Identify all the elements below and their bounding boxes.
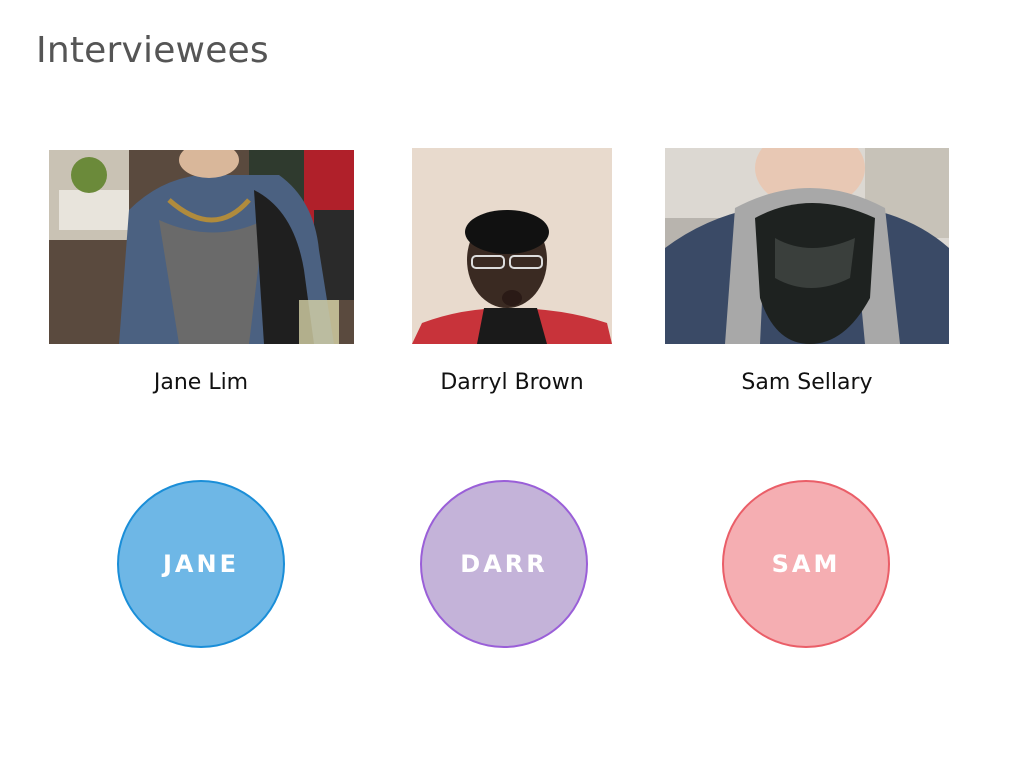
- interviewee-photo-jane[interactable]: [49, 150, 354, 344]
- interviewee-name-darryl: Darryl Brown: [440, 370, 584, 395]
- avatar-label: JANE: [163, 550, 239, 578]
- interviewee-name-sam: Sam Sellary: [741, 370, 873, 395]
- interviewee-name-jane: Jane Lim: [153, 370, 249, 395]
- avatar-sam-button[interactable]: SAM: [722, 480, 890, 648]
- avatar-label: DARR: [460, 550, 548, 578]
- avatar-jane-button[interactable]: JANE: [117, 480, 285, 648]
- interviewee-photo-sam[interactable]: [665, 148, 949, 344]
- page-title: Interviewees: [36, 30, 269, 71]
- avatar-darryl-button[interactable]: DARR: [420, 480, 588, 648]
- interviewee-photo-darryl[interactable]: [412, 148, 612, 344]
- avatar-label: SAM: [771, 550, 841, 578]
